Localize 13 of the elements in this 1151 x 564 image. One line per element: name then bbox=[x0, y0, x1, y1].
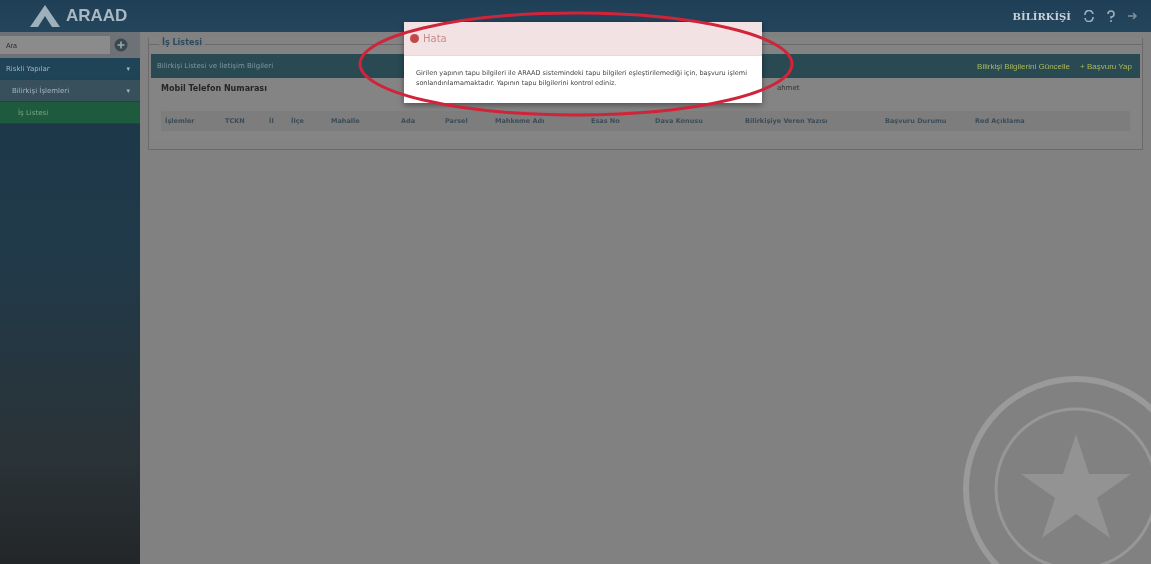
logo-text: ARAAD bbox=[66, 6, 128, 26]
logo-icon bbox=[28, 4, 62, 28]
refresh-icon[interactable] bbox=[1083, 10, 1095, 22]
panel-button[interactable]: + Başvuru Yap bbox=[1078, 59, 1134, 73]
help-icon[interactable] bbox=[1107, 10, 1115, 22]
dialog-title: Hata bbox=[423, 33, 447, 44]
error-icon bbox=[410, 34, 419, 43]
section-title: İş Listesi bbox=[159, 38, 205, 47]
user-role: BİLİRKİŞİ bbox=[1012, 10, 1071, 22]
panel-button[interactable]: Bilirkişi Bilgilerini Güncelle bbox=[975, 59, 1073, 73]
add-circle-icon[interactable] bbox=[114, 38, 128, 52]
logout-icon[interactable] bbox=[1127, 10, 1139, 22]
field-label: Mobil Telefon Numarası bbox=[161, 84, 267, 93]
